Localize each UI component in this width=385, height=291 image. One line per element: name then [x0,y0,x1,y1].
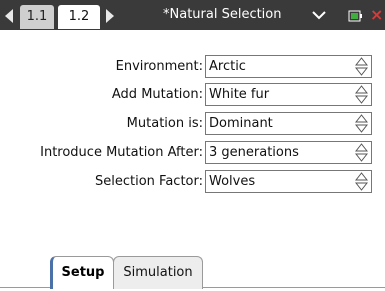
close-icon[interactable]: × [370,7,383,23]
spinner-arrows-icon[interactable] [355,85,368,104]
selection-factor-value: Wolves [209,174,256,189]
next-page-arrow-icon[interactable] [106,9,114,23]
spinner-arrows-icon[interactable] [355,143,368,162]
introduce-mutation-after-select[interactable]: 3 generations [205,141,372,164]
form-row-selection-factor: Selection Factor: Wolves [0,170,385,193]
spinner-arrows-icon[interactable] [355,114,368,133]
tab-setup[interactable]: Setup [50,256,114,289]
form-row-mutation-is: Mutation is: Dominant [0,112,385,135]
chevron-down-icon[interactable] [312,10,326,20]
selection-factor-select[interactable]: Wolves [205,170,372,193]
mutation-is-select[interactable]: Dominant [205,112,372,135]
page-tab-1-1[interactable]: 1.1 [20,5,54,29]
battery-icon [348,10,362,22]
selection-factor-label: Selection Factor: [95,174,203,189]
document-tab-bar: 1.1 1.2 *Natural Selection × [0,0,385,30]
introduce-mutation-after-label: Introduce Mutation After: [40,145,203,160]
spinner-arrows-icon[interactable] [355,172,368,191]
document-title: *Natural Selection [163,7,282,22]
mutation-is-value: Dominant [209,116,273,131]
previous-page-arrow-icon[interactable] [5,9,13,23]
environment-select[interactable]: Arctic [205,55,372,78]
introduce-mutation-after-value: 3 generations [209,145,299,160]
page-tab-1-2[interactable]: 1.2 [58,5,100,29]
tab-simulation[interactable]: Simulation [113,256,203,289]
form-row-environment: Environment: Arctic [0,55,385,78]
environment-value: Arctic [209,59,246,74]
add-mutation-value: White fur [209,87,270,102]
spinner-arrows-icon[interactable] [355,57,368,76]
add-mutation-label: Add Mutation: [111,87,203,102]
form-row-add-mutation: Add Mutation: White fur [0,83,385,106]
form-row-introduce-mutation-after: Introduce Mutation After: 3 generations [0,141,385,164]
environment-label: Environment: [115,59,203,74]
add-mutation-select[interactable]: White fur [205,83,372,106]
mutation-is-label: Mutation is: [126,116,203,131]
